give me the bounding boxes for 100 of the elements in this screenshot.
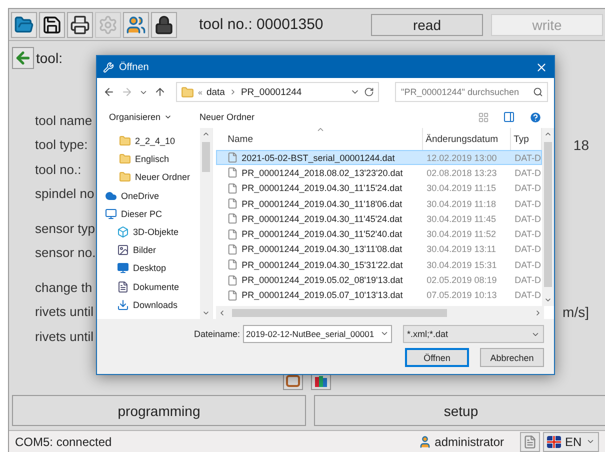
horizontal-scrollbar[interactable] [216, 306, 544, 319]
nav-button[interactable]: setup [314, 395, 605, 426]
file-row[interactable]: PR_00001244_2019.04.30_15'31'22.dat 30.04.2019 15:31 DAT-D [216, 257, 542, 272]
nav-button[interactable]: programming [12, 395, 306, 426]
nav-item[interactable]: 2_2_4_10 [97, 132, 200, 150]
print-button[interactable] [67, 12, 93, 38]
up-button[interactable] [154, 86, 166, 98]
preview-pane-icon[interactable] [503, 111, 515, 123]
file-date: 07.05.2019 10:13 [426, 290, 498, 300]
refresh-icon [364, 87, 374, 97]
file-row[interactable]: PR_00001244_2019.04.30_11'52'40.dat 30.04.2019 11:52 DAT-D [216, 226, 542, 242]
file-type: DAT-D [514, 275, 541, 286]
caret-icon [380, 329, 389, 338]
file-icon [226, 167, 238, 178]
file-icon [226, 290, 238, 301]
scrollbar-thumb[interactable] [232, 308, 447, 316]
scrollbar-thumb[interactable] [544, 142, 552, 287]
file-row[interactable]: PR_00001244_2019.04.30_11'18'06.dat 30.04.2019 11:18 DAT-D [216, 196, 542, 212]
nav-item[interactable]: Bilder [97, 241, 200, 260]
file-date: 30.04.2019 13:11 [426, 244, 498, 254]
file-type: DAT-D [514, 244, 541, 254]
file-date: 02.05.2019 08:19 [426, 275, 498, 286]
file-date: 30.04.2019 11:15 [426, 183, 498, 194]
file-type: DAT-D [514, 290, 541, 300]
field-label: tool type: [35, 137, 88, 152]
new-folder-button[interactable]: Neuer Ordner [200, 112, 255, 122]
nav-item[interactable]: Dokumente [97, 278, 200, 296]
open-button[interactable] [11, 12, 37, 38]
file-row[interactable]: PR_00001244_2019.04.30_11'15'24.dat 30.04.2019 11:15 DAT-D [216, 180, 542, 196]
arrow-up-icon [154, 86, 166, 98]
scrollbar[interactable] [200, 128, 212, 319]
file-type: DAT-D [514, 168, 541, 178]
save-icon [42, 14, 62, 34]
document-icon [523, 434, 537, 448]
nav-item[interactable]: Downloads [97, 296, 200, 314]
file-date: 02.08.2018 13:23 [426, 168, 498, 178]
file-icon [226, 213, 238, 224]
document-button[interactable] [520, 432, 540, 452]
field-label: tool name [35, 112, 92, 128]
organize-menu[interactable]: Organisieren [109, 112, 172, 122]
flag-icon [547, 436, 561, 448]
file-date: 30.04.2019 11:18 [426, 198, 498, 209]
field-value: m/s] [562, 304, 589, 320]
address-bar[interactable]: « data PR_00001244 [176, 82, 379, 102]
nav-item[interactable]: 3D-Objekte [97, 222, 200, 242]
file-type-dropdown[interactable]: *.xml;*.dat [403, 325, 544, 343]
scrollbar[interactable] [542, 128, 554, 306]
file-row[interactable]: PR_00001244_2019.05.02_08'19'13.dat 02.05.2019 08:19 DAT-D [216, 272, 542, 288]
lock-button[interactable] [151, 12, 177, 38]
file-row[interactable]: PR_00001244_2019.04.30_11'45'24.dat 30.04.2019 11:45 DAT-D [216, 211, 542, 226]
filename-field[interactable]: 2019-02-12-NutBee_serial_00001 [243, 325, 392, 343]
file-name: PR_00001244_2019.04.30_11'15'24.dat [242, 183, 402, 194]
language-dropdown[interactable]: EN [543, 432, 599, 452]
close-button[interactable] [535, 60, 548, 74]
save-button[interactable] [39, 12, 65, 38]
back-button[interactable] [103, 86, 115, 98]
desktop-icon [117, 262, 129, 274]
file-name: PR_00001244_2019.04.30_11'52'40.dat [242, 229, 402, 240]
picture-icon [117, 244, 129, 256]
users-button[interactable] [123, 12, 149, 38]
file-icon [226, 244, 238, 255]
field-label: spindel no [35, 186, 94, 202]
field-label: change th [35, 280, 92, 295]
path-segment[interactable]: PR_00001244 [240, 86, 302, 98]
nav-item[interactable]: Neuer Ordner [97, 168, 200, 187]
file-row[interactable]: PR_00001244_2019.05.07_10'13'13.dat 07.05.2019 10:13 DAT-D [216, 288, 542, 303]
field-value: 18 [573, 136, 589, 153]
mode-button[interactable]: read [371, 14, 483, 36]
file-row[interactable]: PR_00001244_2019.04.30_13'11'08.dat 30.04.2019 13:11 DAT-D [216, 242, 542, 258]
scroll-up-icon [202, 130, 210, 138]
help-icon[interactable] [529, 110, 542, 124]
file-type: DAT-D [514, 214, 541, 224]
path-segment[interactable]: data [206, 86, 225, 98]
monitor-icon [105, 208, 117, 220]
file-row[interactable]: 2021-05-02-BST_serial_00001244.dat 12.02.2019 13:00 DAT-D [216, 150, 542, 166]
sort-icon [316, 125, 325, 134]
nav-item[interactable]: OneDrive [97, 186, 200, 205]
dialog-button[interactable]: Abbrechen [480, 348, 544, 367]
filename-label: Dateiname: [194, 329, 240, 339]
cube-icon [117, 226, 129, 238]
nav-item[interactable]: Englisch [97, 150, 200, 168]
document-icon [117, 280, 129, 293]
scroll-down-icon [202, 309, 210, 317]
scrollbar-thumb[interactable] [202, 142, 210, 172]
nav-item[interactable]: Dieser PC [97, 204, 200, 223]
settings-icon [98, 14, 118, 34]
file-row[interactable]: PR_00001244_2018.08.02_13'23'20.dat 02.08.2018 13:23 DAT-D [216, 165, 542, 181]
bars-icon [314, 375, 328, 387]
nav-item[interactable]: Desktop [97, 259, 200, 278]
search-field[interactable]: "PR_00001244" durchsuchen [395, 82, 548, 102]
file-type: DAT-D [514, 260, 541, 270]
file-icon [226, 198, 238, 210]
file-date: 12.02.2019 13:00 [426, 152, 498, 163]
file-icon [226, 274, 238, 286]
dialog-button[interactable]: Öffnen [405, 348, 469, 367]
folder-icon [119, 153, 131, 166]
cloud-icon [105, 190, 117, 202]
back-button[interactable] [12, 47, 34, 69]
tool-number: tool no.: 00001350 [199, 16, 324, 33]
file-icon [226, 182, 238, 194]
